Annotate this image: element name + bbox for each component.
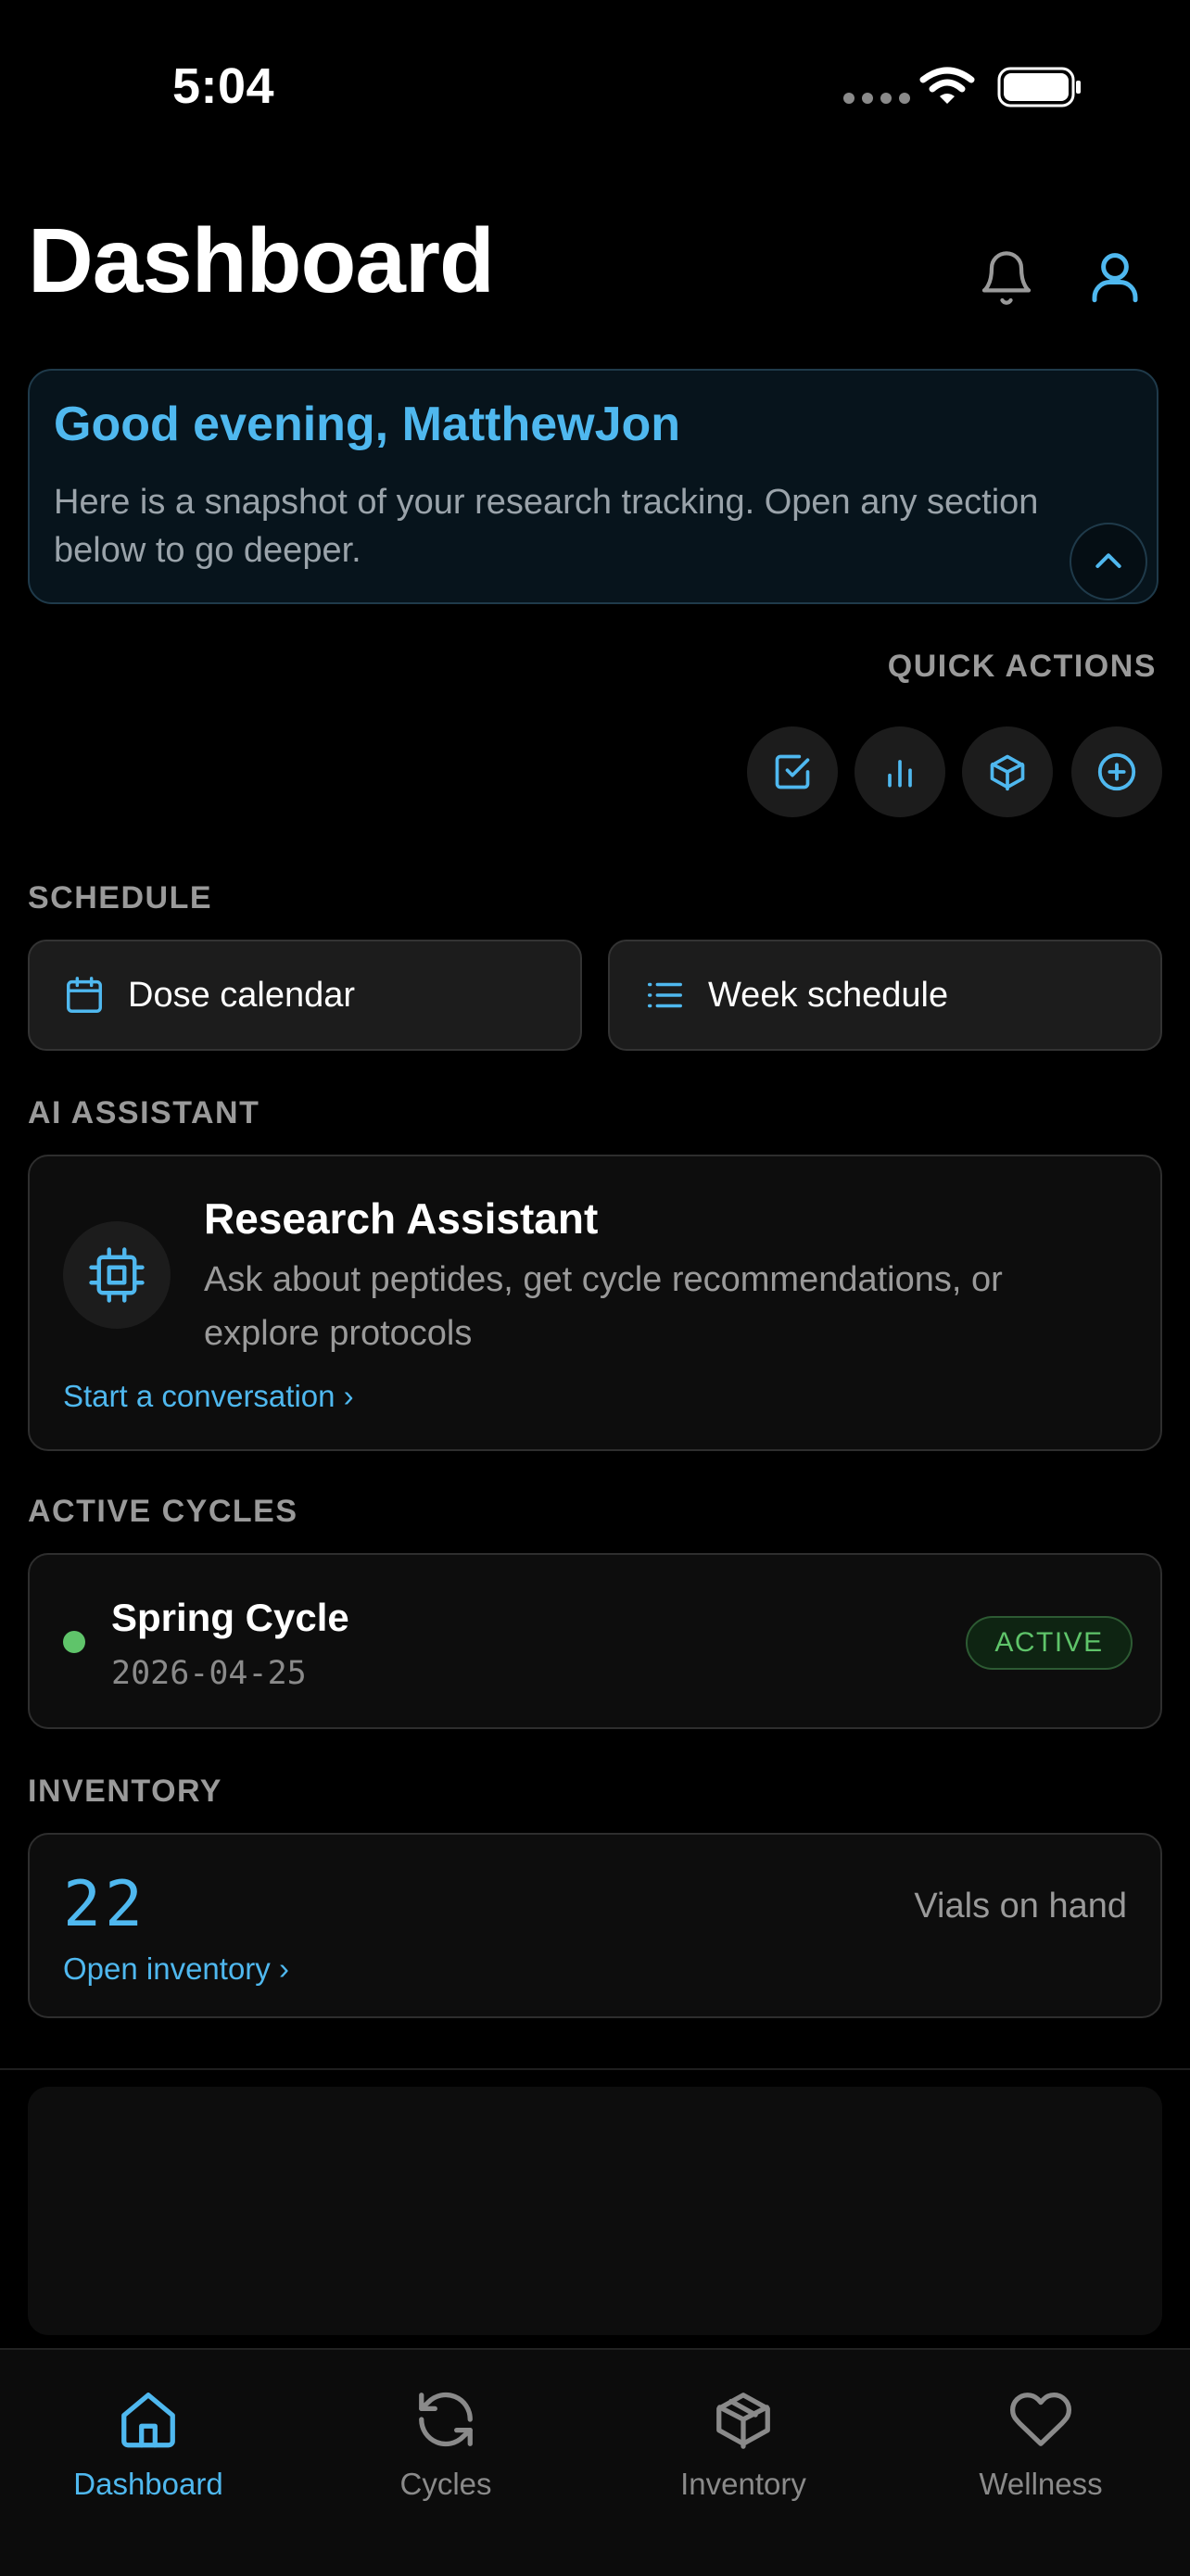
tab-dashboard[interactable]: Dashboard — [37, 2387, 260, 2502]
greeting-title: Good evening, MatthewJon — [54, 398, 681, 451]
ai-assistant-label: AI ASSISTANT — [28, 1095, 260, 1130]
tab-cycles[interactable]: Cycles — [335, 2387, 557, 2502]
refresh-icon — [413, 2387, 478, 2452]
checkbox-icon — [772, 751, 813, 792]
inventory-label: INVENTORY — [28, 1774, 222, 1809]
tab-wellness-label: Wellness — [979, 2467, 1103, 2501]
greeting-card: Good evening, MatthewJon Here is a snaps… — [28, 369, 1158, 604]
tab-cycles-label: Cycles — [399, 2467, 492, 2501]
status-dot — [63, 1631, 85, 1653]
status-badge: ACTIVE — [966, 1616, 1133, 1670]
home-icon — [116, 2387, 181, 2452]
greeting-body: Here is a snapshot of your research trac… — [54, 483, 1039, 570]
inventory-card[interactable]: 22 Vials on hand Open inventory › — [28, 1833, 1162, 2018]
cycle-date: 2026-04-25 — [111, 1655, 307, 1692]
schedule-label: SCHEDULE — [28, 880, 213, 915]
quick-actions-label: QUICK ACTIONS — [887, 649, 1157, 684]
chevron-up-icon — [1090, 543, 1127, 580]
box-icon — [987, 751, 1028, 792]
tab-bar: Dashboard Cycles Inventory Wellness — [0, 2348, 1190, 2576]
tab-inventory[interactable]: Inventory — [632, 2387, 855, 2502]
week-schedule-label: Week schedule — [708, 975, 949, 1015]
dose-calendar-label: Dose calendar — [128, 975, 356, 1015]
assistant-avatar — [63, 1221, 171, 1329]
signal-dots-icon — [843, 93, 910, 104]
calendar-icon — [63, 974, 106, 1017]
vials-on-hand-label: Vials on hand — [914, 1887, 1127, 1926]
list-icon — [643, 974, 686, 1017]
cycle-card[interactable]: Spring Cycle 2026-04-25 ACTIVE — [28, 1553, 1162, 1729]
tab-dashboard-label: Dashboard — [73, 2467, 223, 2501]
start-conversation-link[interactable]: Start a conversation › — [63, 1379, 354, 1414]
week-schedule-button[interactable]: Week schedule — [608, 940, 1162, 1051]
quick-action-log-dose-button[interactable] — [747, 726, 838, 817]
cycle-name: Spring Cycle — [111, 1596, 349, 1639]
bell-icon[interactable] — [977, 248, 1036, 308]
quick-action-inventory-button[interactable] — [962, 726, 1053, 817]
assistant-title: Research Assistant — [204, 1194, 599, 1243]
vial-count: 22 — [63, 1868, 146, 1941]
wifi-icon — [919, 67, 975, 107]
tab-wellness[interactable]: Wellness — [930, 2387, 1152, 2502]
box-icon — [711, 2387, 776, 2452]
open-inventory-link[interactable]: Open inventory › — [63, 1951, 289, 1987]
cpu-chip-icon — [86, 1244, 147, 1306]
status-time: 5:04 — [172, 58, 275, 114]
empty-banner-area — [28, 2087, 1162, 2335]
plus-circle-icon — [1095, 751, 1138, 793]
heart-icon — [1008, 2387, 1073, 2452]
battery-icon — [997, 67, 1082, 107]
bar-chart-icon — [880, 751, 920, 792]
quick-action-add-button[interactable] — [1071, 726, 1162, 817]
collapse-button[interactable] — [1070, 523, 1147, 600]
assistant-description: Ask about peptides, get cycle recommenda… — [204, 1260, 1003, 1353]
profile-icon[interactable] — [1084, 246, 1146, 308]
quick-action-stats-button[interactable] — [855, 726, 945, 817]
page-title: Dashboard — [28, 209, 495, 311]
research-assistant-card[interactable]: Research Assistant Ask about peptides, g… — [28, 1155, 1162, 1451]
tab-inventory-label: Inventory — [680, 2467, 806, 2501]
dose-calendar-button[interactable]: Dose calendar — [28, 940, 582, 1051]
active-cycles-label: ACTIVE CYCLES — [28, 1494, 298, 1529]
divider — [0, 2068, 1190, 2070]
